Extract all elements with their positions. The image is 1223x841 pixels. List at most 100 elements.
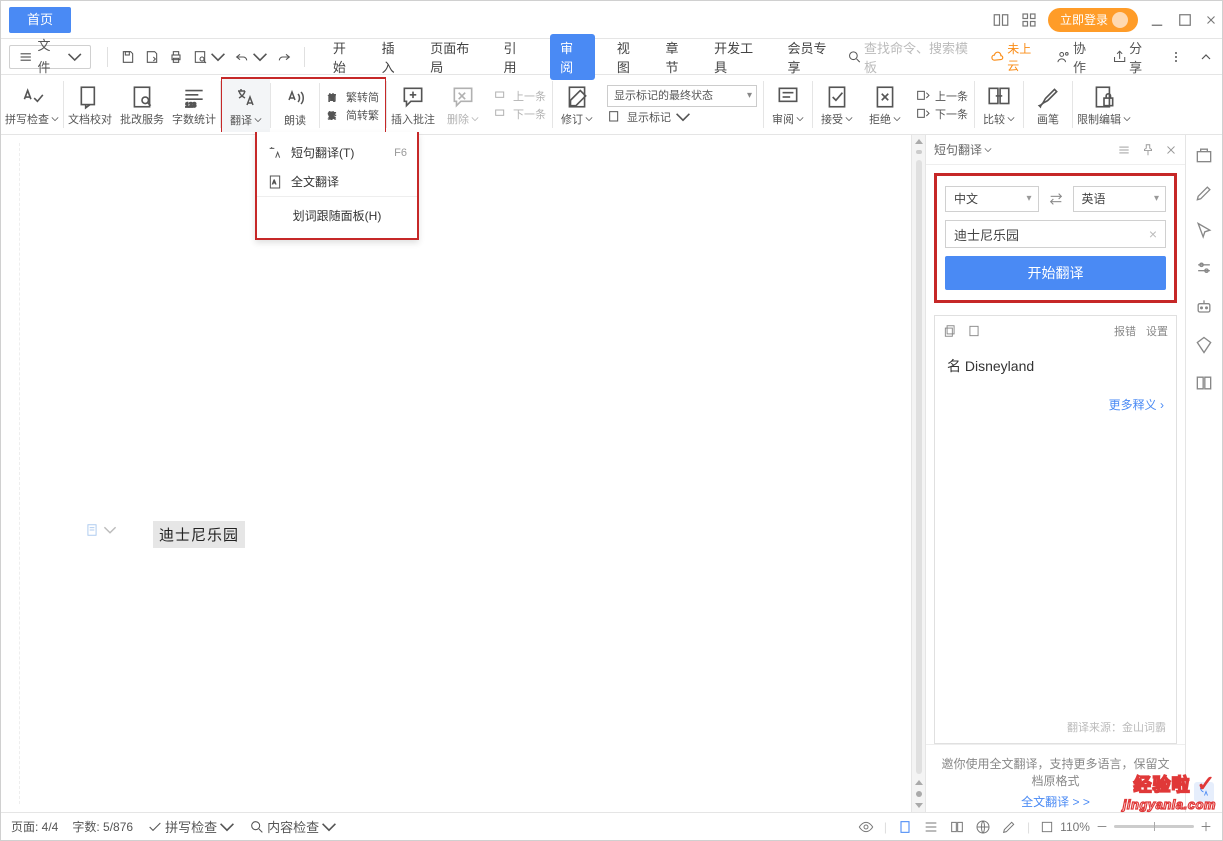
vertical-scrollbar[interactable] xyxy=(912,135,926,812)
pen-icon[interactable] xyxy=(1194,183,1214,203)
compare-button[interactable]: 文档校对 xyxy=(64,77,116,132)
readaloud-button[interactable]: 朗读 xyxy=(271,79,319,132)
maximize-icon[interactable] xyxy=(1176,11,1194,29)
file-menu-button[interactable]: 文件 xyxy=(9,45,91,69)
tab-insert[interactable]: 插入 xyxy=(380,34,409,80)
minimize-icon[interactable] xyxy=(1148,11,1166,29)
settings-icon[interactable] xyxy=(1194,259,1214,279)
tab-chapter[interactable]: 章节 xyxy=(663,34,692,80)
document-area[interactable]: 迪士尼乐园 xyxy=(1,135,912,812)
markup-mode-select[interactable]: 显示标记的最终状态 xyxy=(607,85,757,107)
outline-view-icon[interactable] xyxy=(923,819,939,835)
share-button[interactable]: 分享 xyxy=(1112,38,1154,76)
approve-button[interactable]: 批改服务 xyxy=(116,77,168,132)
full-translate-link[interactable]: 全文翻译 > > xyxy=(926,793,1185,812)
apps-icon[interactable] xyxy=(1020,11,1038,29)
toolbox-icon[interactable] xyxy=(1194,145,1214,165)
source-lang-select[interactable]: 中文 xyxy=(945,186,1039,212)
saveas-button[interactable] xyxy=(144,49,160,65)
swap-lang-button[interactable] xyxy=(1045,188,1067,210)
show-markup-button[interactable]: 显示标记 xyxy=(607,109,757,125)
word-count[interactable]: 字数: 5/876 xyxy=(72,818,133,835)
clear-icon[interactable]: × xyxy=(1149,226,1157,242)
insert-comment-button[interactable]: 插入批注 xyxy=(387,77,439,132)
target-lang-select[interactable]: 英语 xyxy=(1073,186,1167,212)
nav-down-icon[interactable] xyxy=(915,803,923,808)
start-translate-button[interactable]: 开始翻译 xyxy=(945,256,1166,290)
tab-member[interactable]: 会员专享 xyxy=(785,34,838,80)
zoom-slider[interactable] xyxy=(1114,825,1194,828)
save-button[interactable] xyxy=(120,49,136,65)
section-marker[interactable] xyxy=(85,523,117,537)
cloud-status[interactable]: 未上云 xyxy=(990,40,1042,74)
report-link[interactable]: 报错 xyxy=(1114,323,1136,339)
tab-review[interactable]: 审阅 xyxy=(550,34,595,80)
search-button[interactable]: 查找命令、搜索模板 xyxy=(847,38,976,76)
page-view-icon[interactable] xyxy=(897,819,913,835)
settings-link[interactable]: 设置 xyxy=(1146,323,1168,339)
content-check-button[interactable]: 内容检查 xyxy=(249,817,337,836)
spellcheck-status-button[interactable]: 拼写检查 xyxy=(147,817,235,836)
translate-input[interactable]: 迪士尼乐园 × xyxy=(945,220,1166,248)
kebab-icon[interactable] xyxy=(1168,49,1184,65)
tab-view[interactable]: 视图 xyxy=(615,34,644,80)
scroll-up-icon[interactable] xyxy=(915,139,923,144)
collapse-ribbon-icon[interactable] xyxy=(1198,49,1214,65)
reject-button[interactable]: 拒绝 xyxy=(861,77,909,132)
compare2-button[interactable]: 比较 xyxy=(975,77,1023,132)
review-button[interactable]: 审阅 xyxy=(764,77,812,132)
undo-button[interactable] xyxy=(234,49,268,65)
diamond-icon[interactable] xyxy=(1194,335,1214,355)
book-icon[interactable] xyxy=(1194,373,1214,393)
prev-comment-button[interactable]: 上一条 xyxy=(493,88,546,104)
zoom-out-button[interactable]: － xyxy=(1096,818,1108,835)
reading-view-icon[interactable] xyxy=(949,819,965,835)
pin-icon[interactable] xyxy=(1141,143,1155,157)
redo-button[interactable] xyxy=(276,49,292,65)
tc2sc-button[interactable]: 简繁转简 xyxy=(326,89,379,105)
dd-panel[interactable]: 划词跟随面板(H) xyxy=(257,196,417,232)
copy2-icon[interactable] xyxy=(967,324,981,338)
tab-dev[interactable]: 开发工具 xyxy=(712,34,765,80)
login-button[interactable]: 立即登录 xyxy=(1048,8,1138,32)
page-status[interactable]: 页面: 4/4 xyxy=(11,818,58,835)
collab-button[interactable]: 协作 xyxy=(1056,38,1098,76)
accept-button[interactable]: 接受 xyxy=(813,77,861,132)
translate-side-icon[interactable] xyxy=(1194,782,1214,802)
home-tab[interactable]: 首页 xyxy=(9,7,71,33)
spellcheck-button[interactable]: 拼写检查 xyxy=(1,77,63,132)
list-icon[interactable] xyxy=(1117,143,1131,157)
more-defs-link[interactable]: 更多释义 › xyxy=(935,396,1176,413)
brush-button[interactable]: 画笔 xyxy=(1024,77,1072,132)
eye-icon[interactable] xyxy=(858,819,874,835)
track-changes-button[interactable]: 修订 xyxy=(553,77,601,132)
fit-icon[interactable] xyxy=(1040,820,1054,834)
close-icon[interactable] xyxy=(1165,144,1177,156)
selected-text[interactable]: 迪士尼乐园 xyxy=(153,521,245,548)
preview-button[interactable] xyxy=(192,49,226,65)
tab-start[interactable]: 开始 xyxy=(331,34,360,80)
close-icon[interactable] xyxy=(1204,13,1218,27)
scroll-thumb[interactable] xyxy=(916,160,922,774)
robot-icon[interactable] xyxy=(1194,297,1214,317)
cursor-icon[interactable] xyxy=(1194,221,1214,241)
zoom-control[interactable]: 110% － ＋ xyxy=(1040,818,1212,835)
dd-full[interactable]: A 全文翻译 xyxy=(257,167,417,196)
sc2tc-button[interactable]: 繁简转繁 xyxy=(326,107,379,123)
tab-references[interactable]: 引用 xyxy=(502,34,531,80)
nav-up-icon[interactable] xyxy=(915,780,923,785)
next-comment-button[interactable]: 下一条 xyxy=(493,106,546,122)
dd-phrase[interactable]: 短句翻译(T)F6 xyxy=(257,138,417,167)
restrict-button[interactable]: 限制编辑 xyxy=(1073,77,1135,132)
prev-change-button[interactable]: 上一条 xyxy=(915,88,968,104)
copy-icon[interactable] xyxy=(943,324,957,338)
wordcount-button[interactable]: 123 字数统计 xyxy=(168,77,220,132)
print-button[interactable] xyxy=(168,49,184,65)
delete-comment-button[interactable]: 删除 xyxy=(439,77,487,132)
nav-dot-icon[interactable] xyxy=(916,791,922,797)
nav-dot[interactable] xyxy=(916,150,922,154)
chevron-down-icon[interactable] xyxy=(984,146,992,154)
web-view-icon[interactable] xyxy=(975,819,991,835)
grid-mode-icon[interactable] xyxy=(992,11,1010,29)
zoom-in-button[interactable]: ＋ xyxy=(1200,818,1212,835)
